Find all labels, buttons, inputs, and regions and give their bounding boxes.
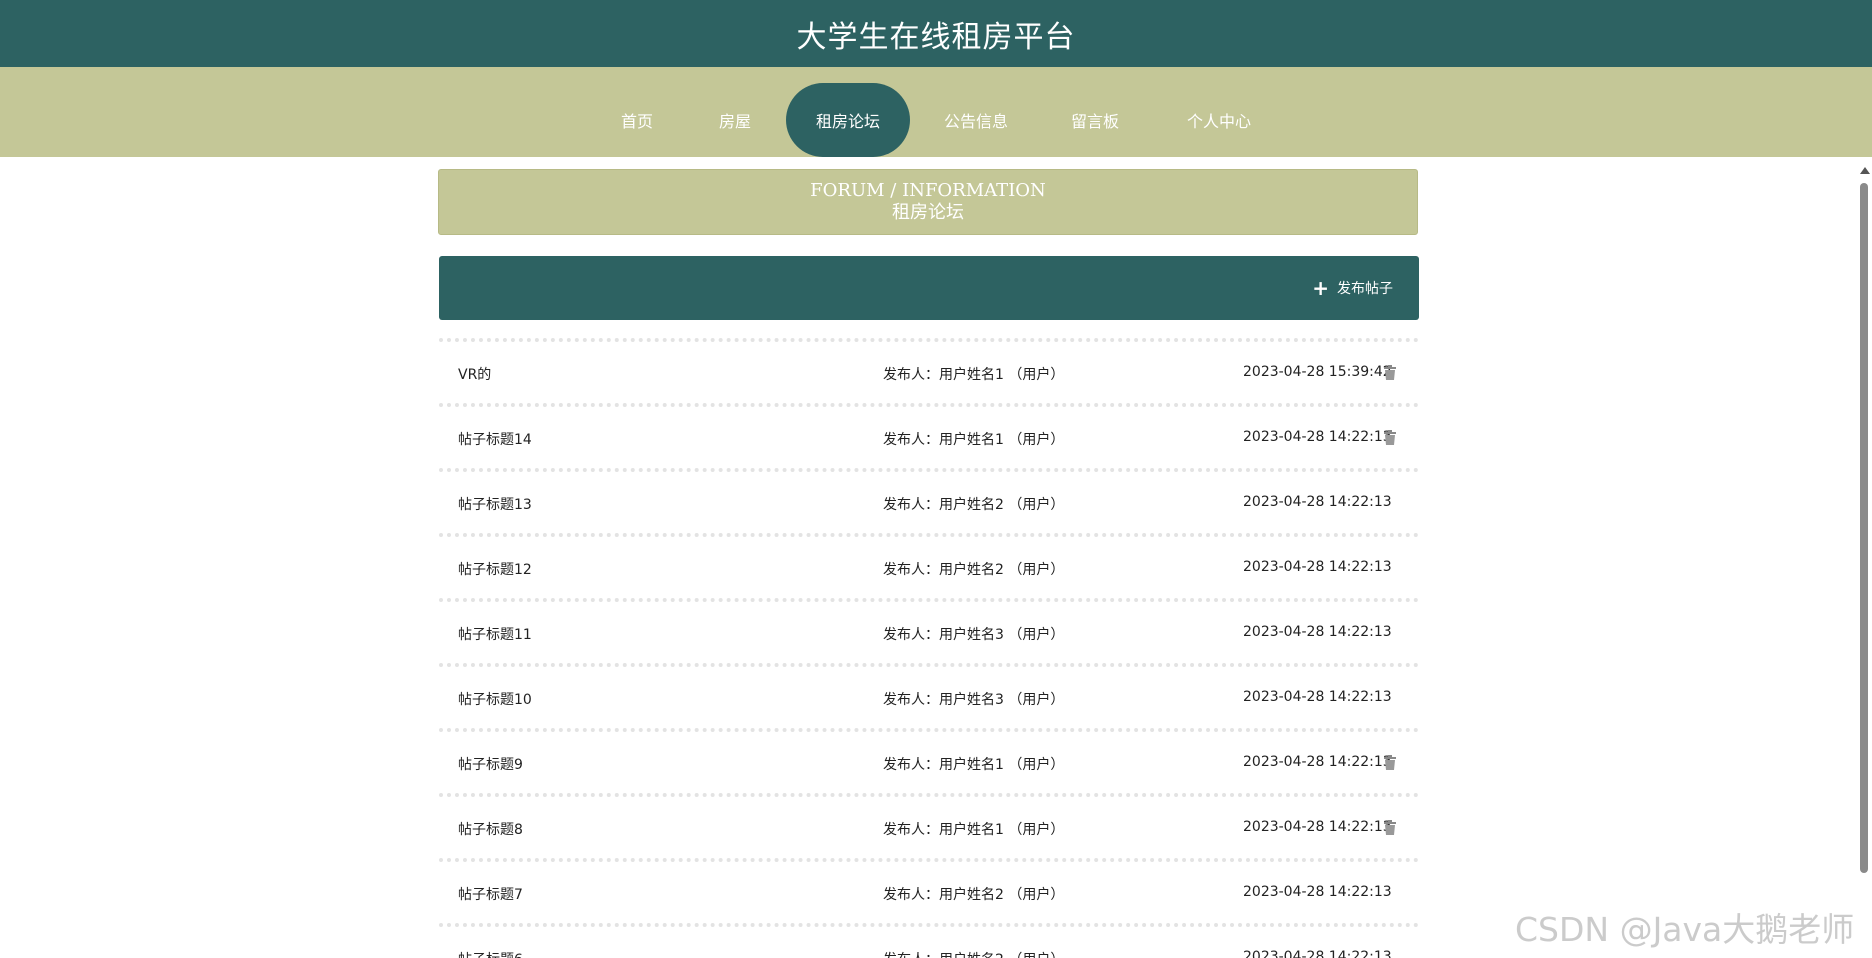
scroll-thumb[interactable]: [1860, 183, 1868, 873]
nav-item-forum[interactable]: 租房论坛: [786, 83, 910, 157]
post-time: 2023-04-28 14:22:13: [1243, 949, 1392, 958]
list-item[interactable]: VR的 发布人：用户姓名1 （用户） 2023-04-28 15:39:42: [439, 338, 1419, 403]
post-author: 发布人：用户姓名1 （用户）: [883, 367, 1065, 383]
publish-post-button[interactable]: + 发布帖子: [1312, 278, 1393, 298]
post-time: 2023-04-28 14:22:13: [1243, 819, 1392, 835]
post-time: 2023-04-28 14:22:13: [1243, 559, 1392, 575]
publish-post-label: 发布帖子: [1337, 281, 1393, 297]
list-item[interactable]: 帖子标题10 发布人：用户姓名3 （用户） 2023-04-28 14:22:1…: [439, 663, 1419, 728]
list-item[interactable]: 帖子标题11 发布人：用户姓名3 （用户） 2023-04-28 14:22:1…: [439, 598, 1419, 663]
post-author: 发布人：用户姓名1 （用户）: [883, 757, 1065, 773]
post-author: 发布人：用户姓名2 （用户）: [883, 949, 1064, 958]
banner-title-en: FORUM / INFORMATION: [810, 180, 1046, 201]
post-title[interactable]: 帖子标题13: [458, 494, 532, 514]
post-title[interactable]: 帖子标题14: [458, 429, 532, 449]
post-title[interactable]: 帖子标题12: [458, 559, 532, 579]
trash-icon[interactable]: [1383, 430, 1397, 446]
nav-list: 首页 房屋 租房论坛 公告信息 留言板 个人中心: [0, 67, 1872, 157]
list-item[interactable]: 帖子标题13 发布人：用户姓名2 （用户） 2023-04-28 14:22:1…: [439, 468, 1419, 533]
post-author: 发布人：用户姓名2 （用户）: [883, 497, 1065, 513]
list-item[interactable]: 帖子标题8 发布人：用户姓名1 （用户） 2023-04-28 14:22:13: [439, 793, 1419, 858]
nav-item-profile[interactable]: 个人中心: [1164, 83, 1274, 157]
post-time: 2023-04-28 14:22:13: [1243, 494, 1392, 510]
nav-item-home[interactable]: 首页: [592, 83, 682, 157]
post-author: 发布人：用户姓名2 （用户）: [883, 887, 1065, 903]
post-title[interactable]: VR的: [458, 364, 491, 384]
list-item[interactable]: 帖子标题6 发布人：用户姓名2 （用户） 2023-04-28 14:22:13: [439, 923, 1419, 958]
site-title: 大学生在线租房平台: [796, 19, 1076, 55]
trash-icon[interactable]: [1383, 365, 1397, 381]
trash-icon[interactable]: [1383, 820, 1397, 836]
banner-title-zh: 租房论坛: [892, 202, 964, 223]
nav-item-houses[interactable]: 房屋: [690, 83, 780, 157]
list-item[interactable]: 帖子标题12 发布人：用户姓名2 （用户） 2023-04-28 14:22:1…: [439, 533, 1419, 598]
trash-icon[interactable]: [1383, 755, 1397, 771]
scroll-up-arrow-icon[interactable]: [1860, 167, 1870, 174]
watermark: CSDN @Java大鹅老师: [1515, 910, 1855, 949]
post-title[interactable]: 帖子标题8: [458, 819, 523, 839]
plus-icon: +: [1312, 276, 1329, 300]
post-title[interactable]: 帖子标题9: [458, 754, 523, 774]
post-time: 2023-04-28 15:39:42: [1243, 364, 1392, 380]
nav-item-messages[interactable]: 留言板: [1050, 83, 1140, 157]
nav-item-notices[interactable]: 公告信息: [926, 83, 1026, 157]
post-author: 发布人：用户姓名2 （用户）: [883, 562, 1065, 578]
section-banner: FORUM / INFORMATION 租房论坛: [438, 169, 1418, 235]
post-time: 2023-04-28 14:22:13: [1243, 624, 1392, 640]
post-title[interactable]: 帖子标题10: [458, 689, 532, 709]
scrollbar[interactable]: [1856, 157, 1872, 958]
list-item[interactable]: 帖子标题9 发布人：用户姓名1 （用户） 2023-04-28 14:22:13: [439, 728, 1419, 793]
post-time: 2023-04-28 14:22:13: [1243, 884, 1392, 900]
post-author: 发布人：用户姓名1 （用户）: [883, 822, 1065, 838]
post-author: 发布人：用户姓名3 （用户）: [883, 627, 1065, 643]
post-time: 2023-04-28 14:22:13: [1243, 689, 1392, 705]
post-title[interactable]: 帖子标题11: [458, 624, 532, 644]
list-item[interactable]: 帖子标题7 发布人：用户姓名2 （用户） 2023-04-28 14:22:13: [439, 858, 1419, 923]
post-list: VR的 发布人：用户姓名1 （用户） 2023-04-28 15:39:42 帖…: [439, 338, 1419, 958]
post-title[interactable]: 帖子标题7: [458, 884, 523, 904]
post-author: 发布人：用户姓名1 （用户）: [883, 432, 1065, 448]
top-header: 大学生在线租房平台: [0, 0, 1872, 67]
post-time: 2023-04-28 14:22:13: [1243, 754, 1392, 770]
nav-bar: 首页 房屋 租房论坛 公告信息 留言板 个人中心: [0, 67, 1872, 157]
action-bar: + 发布帖子: [439, 256, 1419, 320]
post-title[interactable]: 帖子标题6: [458, 949, 523, 958]
list-item[interactable]: 帖子标题14 发布人：用户姓名1 （用户） 2023-04-28 14:22:1…: [439, 403, 1419, 468]
post-author: 发布人：用户姓名3 （用户）: [883, 692, 1065, 708]
post-time: 2023-04-28 14:22:13: [1243, 429, 1392, 445]
